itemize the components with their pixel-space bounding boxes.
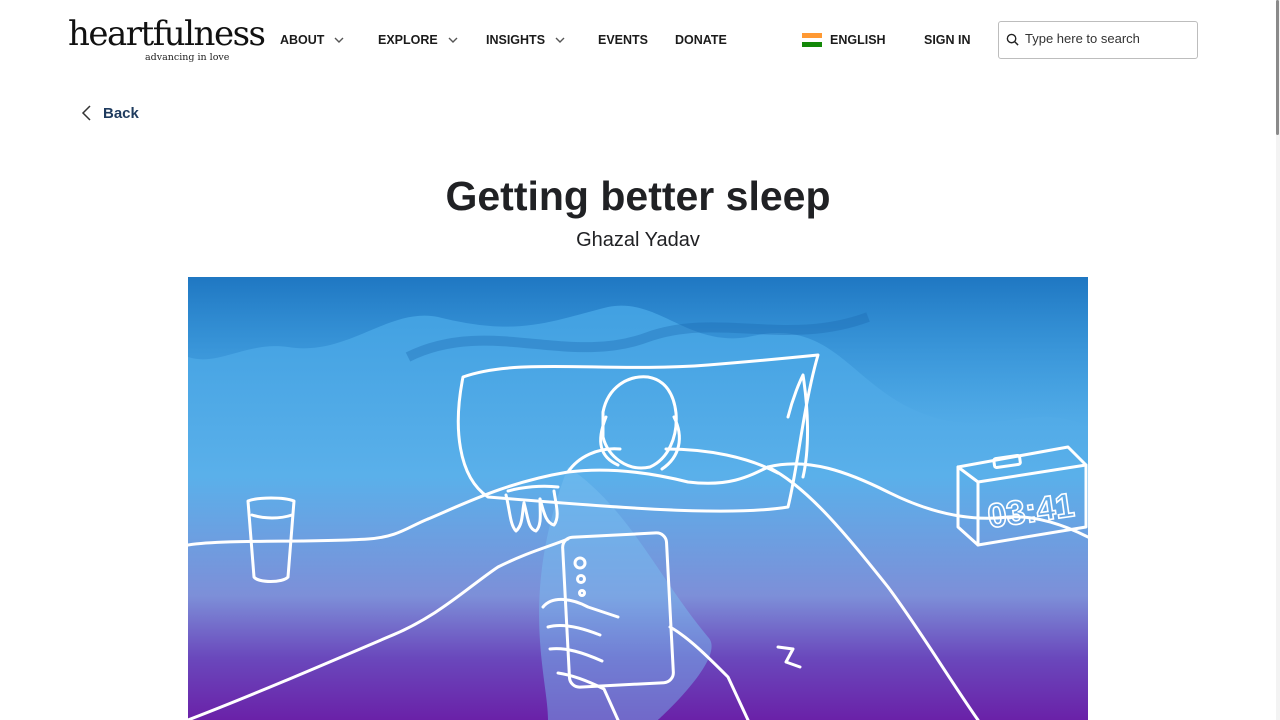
nav-item-explore[interactable]: EXPLORE	[378, 32, 459, 48]
logo-wordmark: heartfulness	[68, 14, 266, 54]
nav-item-label: ABOUT	[280, 33, 325, 47]
article-author: Ghazal Yadav	[576, 229, 700, 251]
chevron-left-icon	[81, 105, 91, 121]
search-input[interactable]	[1025, 31, 1190, 46]
nav-item-donate[interactable]: DONATE	[675, 32, 727, 48]
illustration-person-in-bed-with-phone: 03:41	[188, 277, 1088, 720]
heartfulness-logo[interactable]: heartfulness advancing in love	[68, 16, 266, 64]
nav-item-insights[interactable]: INSIGHTS	[486, 32, 566, 48]
nav-item-label: EVENTS	[598, 33, 649, 47]
hero-illustration: 03:41	[188, 277, 1088, 720]
chevron-down-icon	[334, 37, 344, 43]
search-box[interactable]	[998, 21, 1198, 59]
article-title: Getting better sleep	[445, 173, 831, 219]
nav-item-about[interactable]: ABOUT	[280, 32, 345, 48]
nav-item-events[interactable]: EVENTS	[598, 32, 648, 48]
page-scrollbar-thumb[interactable]	[1276, 0, 1279, 135]
search-icon	[1006, 33, 1019, 46]
back-link[interactable]: Back	[80, 104, 139, 122]
logo-tagline: advancing in love	[145, 52, 230, 63]
chevron-down-icon	[555, 37, 565, 43]
india-flag-icon	[802, 33, 822, 48]
nav-item-label: EXPLORE	[378, 33, 438, 47]
language-label: ENGLISH	[830, 33, 886, 47]
nav-item-label: INSIGHTS	[486, 33, 546, 47]
chevron-down-icon	[448, 37, 458, 43]
sign-in-link[interactable]: SIGN IN	[924, 33, 971, 47]
language-selector[interactable]: ENGLISH	[802, 33, 886, 48]
nav-item-label: DONATE	[675, 33, 727, 47]
back-label: Back	[103, 104, 139, 122]
